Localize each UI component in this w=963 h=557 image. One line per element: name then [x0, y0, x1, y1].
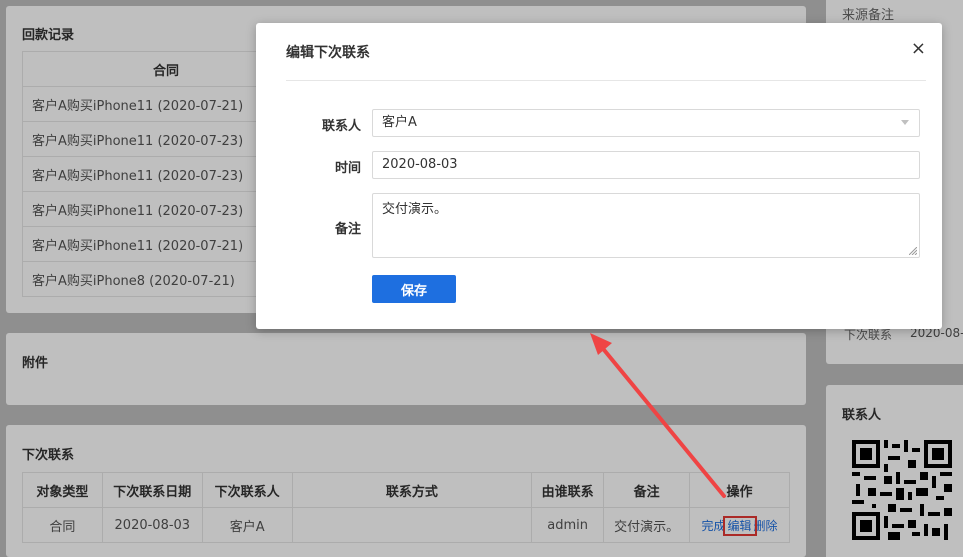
annotation-arrow-icon — [590, 333, 726, 498]
